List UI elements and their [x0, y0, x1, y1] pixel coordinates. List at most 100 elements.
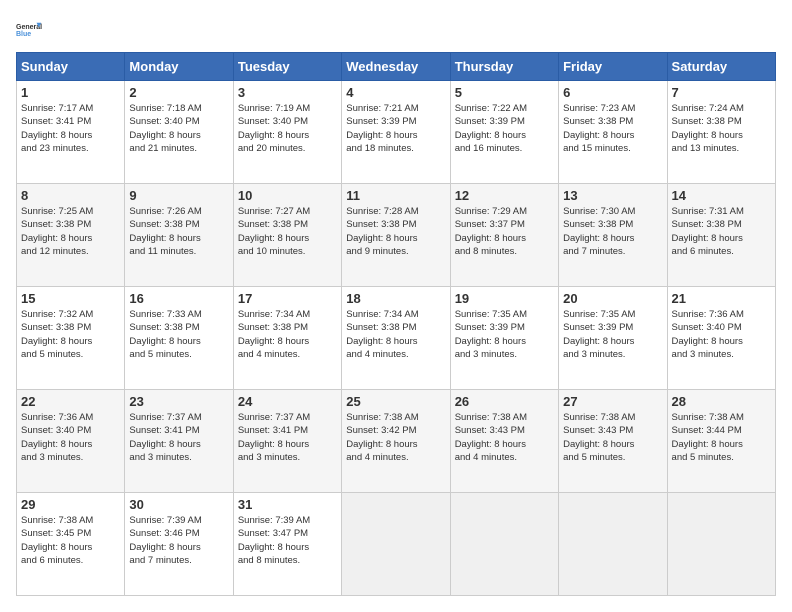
- calendar-cell: [667, 493, 775, 596]
- day-number: 31: [238, 497, 337, 512]
- calendar-header-saturday: Saturday: [667, 53, 775, 81]
- calendar-header-thursday: Thursday: [450, 53, 558, 81]
- day-number: 29: [21, 497, 120, 512]
- day-number: 4: [346, 85, 445, 100]
- day-info: Sunrise: 7:39 AMSunset: 3:47 PMDaylight:…: [238, 514, 337, 567]
- calendar-cell: 3Sunrise: 7:19 AMSunset: 3:40 PMDaylight…: [233, 81, 341, 184]
- day-info: Sunrise: 7:29 AMSunset: 3:37 PMDaylight:…: [455, 205, 554, 258]
- day-info: Sunrise: 7:37 AMSunset: 3:41 PMDaylight:…: [129, 411, 228, 464]
- day-number: 18: [346, 291, 445, 306]
- day-number: 21: [672, 291, 771, 306]
- day-info: Sunrise: 7:34 AMSunset: 3:38 PMDaylight:…: [346, 308, 445, 361]
- day-info: Sunrise: 7:22 AMSunset: 3:39 PMDaylight:…: [455, 102, 554, 155]
- day-info: Sunrise: 7:26 AMSunset: 3:38 PMDaylight:…: [129, 205, 228, 258]
- day-info: Sunrise: 7:38 AMSunset: 3:43 PMDaylight:…: [563, 411, 662, 464]
- calendar-week-1: 1 Sunrise: 7:17 AMSunset: 3:41 PMDaylight…: [17, 81, 776, 184]
- calendar-cell: 23 Sunrise: 7:37 AMSunset: 3:41 PMDayligh…: [125, 390, 233, 493]
- calendar-cell: [450, 493, 558, 596]
- page: GeneralBlue SundayMondayTuesdayWednesday…: [0, 0, 792, 612]
- calendar-cell: 10 Sunrise: 7:27 AMSunset: 3:38 PMDayligh…: [233, 184, 341, 287]
- calendar-cell: 8 Sunrise: 7:25 AMSunset: 3:38 PMDaylight…: [17, 184, 125, 287]
- day-number: 25: [346, 394, 445, 409]
- calendar-cell: 31 Sunrise: 7:39 AMSunset: 3:47 PMDayligh…: [233, 493, 341, 596]
- day-number: 6: [563, 85, 662, 100]
- day-number: 22: [21, 394, 120, 409]
- day-number: 12: [455, 188, 554, 203]
- day-info: Sunrise: 7:30 AMSunset: 3:38 PMDaylight:…: [563, 205, 662, 258]
- day-number: 8: [21, 188, 120, 203]
- calendar-cell: 13 Sunrise: 7:30 AMSunset: 3:38 PMDayligh…: [559, 184, 667, 287]
- day-info: Sunrise: 7:17 AMSunset: 3:41 PMDaylight:…: [21, 102, 120, 155]
- day-info: Sunrise: 7:27 AMSunset: 3:38 PMDaylight:…: [238, 205, 337, 258]
- calendar-cell: 1 Sunrise: 7:17 AMSunset: 3:41 PMDaylight…: [17, 81, 125, 184]
- calendar-week-3: 15 Sunrise: 7:32 AMSunset: 3:38 PMDayligh…: [17, 287, 776, 390]
- day-info: Sunrise: 7:34 AMSunset: 3:38 PMDaylight:…: [238, 308, 337, 361]
- logo-icon: GeneralBlue: [16, 16, 44, 44]
- day-info: Sunrise: 7:18 AMSunset: 3:40 PMDaylight:…: [129, 102, 228, 155]
- day-number: 28: [672, 394, 771, 409]
- day-info: Sunrise: 7:21 AMSunset: 3:39 PMDaylight:…: [346, 102, 445, 155]
- calendar-cell: 29Sunrise: 7:38 AMSunset: 3:45 PMDayligh…: [17, 493, 125, 596]
- day-info: Sunrise: 7:32 AMSunset: 3:38 PMDaylight:…: [21, 308, 120, 361]
- day-info: Sunrise: 7:24 AMSunset: 3:38 PMDaylight:…: [672, 102, 771, 155]
- calendar-cell: 20 Sunrise: 7:35 AMSunset: 3:39 PMDayligh…: [559, 287, 667, 390]
- calendar-header-wednesday: Wednesday: [342, 53, 450, 81]
- day-number: 2: [129, 85, 228, 100]
- logo: GeneralBlue: [16, 16, 44, 44]
- calendar-cell: 4 Sunrise: 7:21 AMSunset: 3:39 PMDaylight…: [342, 81, 450, 184]
- calendar-cell: 11 Sunrise: 7:28 AMSunset: 3:38 PMDayligh…: [342, 184, 450, 287]
- day-info: Sunrise: 7:23 AMSunset: 3:38 PMDaylight:…: [563, 102, 662, 155]
- calendar-cell: 2 Sunrise: 7:18 AMSunset: 3:40 PMDaylight…: [125, 81, 233, 184]
- day-info: Sunrise: 7:28 AMSunset: 3:38 PMDaylight:…: [346, 205, 445, 258]
- day-info: Sunrise: 7:19 AMSunset: 3:40 PMDaylight:…: [238, 102, 337, 155]
- day-info: Sunrise: 7:36 AMSunset: 3:40 PMDaylight:…: [21, 411, 120, 464]
- day-info: Sunrise: 7:35 AMSunset: 3:39 PMDaylight:…: [455, 308, 554, 361]
- day-info: Sunrise: 7:31 AMSunset: 3:38 PMDaylight:…: [672, 205, 771, 258]
- calendar-cell: 5 Sunrise: 7:22 AMSunset: 3:39 PMDaylight…: [450, 81, 558, 184]
- day-info: Sunrise: 7:38 AMSunset: 3:44 PMDaylight:…: [672, 411, 771, 464]
- day-number: 15: [21, 291, 120, 306]
- calendar-week-2: 8 Sunrise: 7:25 AMSunset: 3:38 PMDaylight…: [17, 184, 776, 287]
- calendar-cell: 16 Sunrise: 7:33 AMSunset: 3:38 PMDayligh…: [125, 287, 233, 390]
- calendar-week-4: 22 Sunrise: 7:36 AMSunset: 3:40 PMDayligh…: [17, 390, 776, 493]
- calendar-cell: 9 Sunrise: 7:26 AMSunset: 3:38 PMDaylight…: [125, 184, 233, 287]
- day-info: Sunrise: 7:33 AMSunset: 3:38 PMDaylight:…: [129, 308, 228, 361]
- day-number: 24: [238, 394, 337, 409]
- calendar-cell: 14 Sunrise: 7:31 AMSunset: 3:38 PMDayligh…: [667, 184, 775, 287]
- day-number: 14: [672, 188, 771, 203]
- calendar-cell: 17 Sunrise: 7:34 AMSunset: 3:38 PMDayligh…: [233, 287, 341, 390]
- day-number: 16: [129, 291, 228, 306]
- calendar-cell: 22 Sunrise: 7:36 AMSunset: 3:40 PMDayligh…: [17, 390, 125, 493]
- day-number: 17: [238, 291, 337, 306]
- day-number: 1: [21, 85, 120, 100]
- calendar-cell: 30Sunrise: 7:39 AMSunset: 3:46 PMDayligh…: [125, 493, 233, 596]
- day-number: 30: [129, 497, 228, 512]
- calendar-header-monday: Monday: [125, 53, 233, 81]
- calendar-week-5: 29Sunrise: 7:38 AMSunset: 3:45 PMDayligh…: [17, 493, 776, 596]
- day-number: 10: [238, 188, 337, 203]
- day-number: 5: [455, 85, 554, 100]
- day-number: 27: [563, 394, 662, 409]
- day-number: 19: [455, 291, 554, 306]
- calendar-cell: [559, 493, 667, 596]
- day-info: Sunrise: 7:25 AMSunset: 3:38 PMDaylight:…: [21, 205, 120, 258]
- day-number: 13: [563, 188, 662, 203]
- calendar-cell: 6 Sunrise: 7:23 AMSunset: 3:38 PMDaylight…: [559, 81, 667, 184]
- calendar-cell: 12 Sunrise: 7:29 AMSunset: 3:37 PMDayligh…: [450, 184, 558, 287]
- calendar-cell: [342, 493, 450, 596]
- calendar-cell: 15 Sunrise: 7:32 AMSunset: 3:38 PMDayligh…: [17, 287, 125, 390]
- calendar-cell: 28 Sunrise: 7:38 AMSunset: 3:44 PMDayligh…: [667, 390, 775, 493]
- calendar-cell: 18 Sunrise: 7:34 AMSunset: 3:38 PMDayligh…: [342, 287, 450, 390]
- calendar-table: SundayMondayTuesdayWednesdayThursdayFrid…: [16, 52, 776, 596]
- day-number: 26: [455, 394, 554, 409]
- day-number: 9: [129, 188, 228, 203]
- calendar-cell: 7Sunrise: 7:24 AMSunset: 3:38 PMDaylight…: [667, 81, 775, 184]
- day-number: 20: [563, 291, 662, 306]
- day-info: Sunrise: 7:35 AMSunset: 3:39 PMDaylight:…: [563, 308, 662, 361]
- calendar-cell: 25 Sunrise: 7:38 AMSunset: 3:42 PMDayligh…: [342, 390, 450, 493]
- day-info: Sunrise: 7:38 AMSunset: 3:42 PMDaylight:…: [346, 411, 445, 464]
- calendar-cell: 24Sunrise: 7:37 AMSunset: 3:41 PMDayligh…: [233, 390, 341, 493]
- day-number: 23: [129, 394, 228, 409]
- day-number: 11: [346, 188, 445, 203]
- calendar-header-sunday: Sunday: [17, 53, 125, 81]
